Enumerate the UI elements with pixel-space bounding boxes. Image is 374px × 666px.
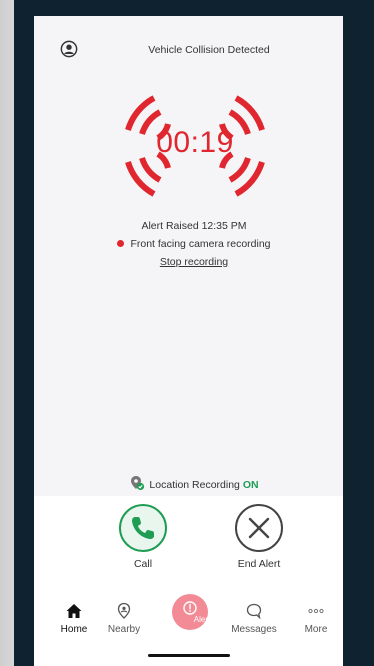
end-alert-button[interactable] [235, 504, 283, 552]
close-icon [248, 517, 270, 539]
stop-recording-link[interactable]: Stop recording [94, 256, 294, 268]
recording-dot-icon [117, 240, 125, 247]
home-icon [66, 604, 82, 618]
tab-nearby-label: Nearby [107, 624, 141, 635]
camera-status-text: Front facing camera recording [130, 238, 271, 250]
alert-fab-button[interactable]: Alert [172, 594, 210, 630]
profile-icon[interactable] [60, 40, 78, 58]
bottom-tab-bar: Home Nearby Alert Messages More [34, 594, 343, 646]
page-title: Vehicle Collision Detected [148, 44, 270, 56]
action-panel: Call End Alert Home Nearby Alert Message… [34, 496, 343, 666]
call-button[interactable] [119, 504, 167, 552]
call-label: Call [133, 558, 153, 570]
end-alert-label: End Alert [237, 558, 281, 570]
phone-icon [132, 517, 154, 539]
tab-alert-label: Alert [193, 615, 211, 624]
tab-home-label: Home [60, 624, 88, 635]
more-dots-icon [308, 608, 324, 614]
tab-more[interactable]: More [286, 596, 343, 635]
alert-icon [183, 601, 197, 615]
location-check-icon [131, 476, 145, 491]
location-recording-status: Location Recording ON [94, 475, 294, 491]
elapsed-timer: 00:19 [156, 126, 234, 159]
tab-messages[interactable]: Messages [224, 596, 284, 635]
app-screen: Vehicle Collision Detected 00:19 Alert R… [34, 16, 343, 666]
camera-status: Front facing camera recording [94, 238, 294, 250]
tab-more-label: More [304, 624, 328, 635]
alert-raised-time: Alert Raised 12:35 PM [141, 220, 247, 232]
chat-bubble-icon [246, 603, 262, 620]
tab-nearby[interactable]: Nearby [94, 596, 154, 635]
home-indicator [148, 654, 230, 657]
location-pin-icon [117, 602, 131, 619]
location-label: Location Recording [149, 479, 240, 491]
tab-messages-label: Messages [231, 624, 277, 635]
location-state: ON [242, 479, 259, 491]
